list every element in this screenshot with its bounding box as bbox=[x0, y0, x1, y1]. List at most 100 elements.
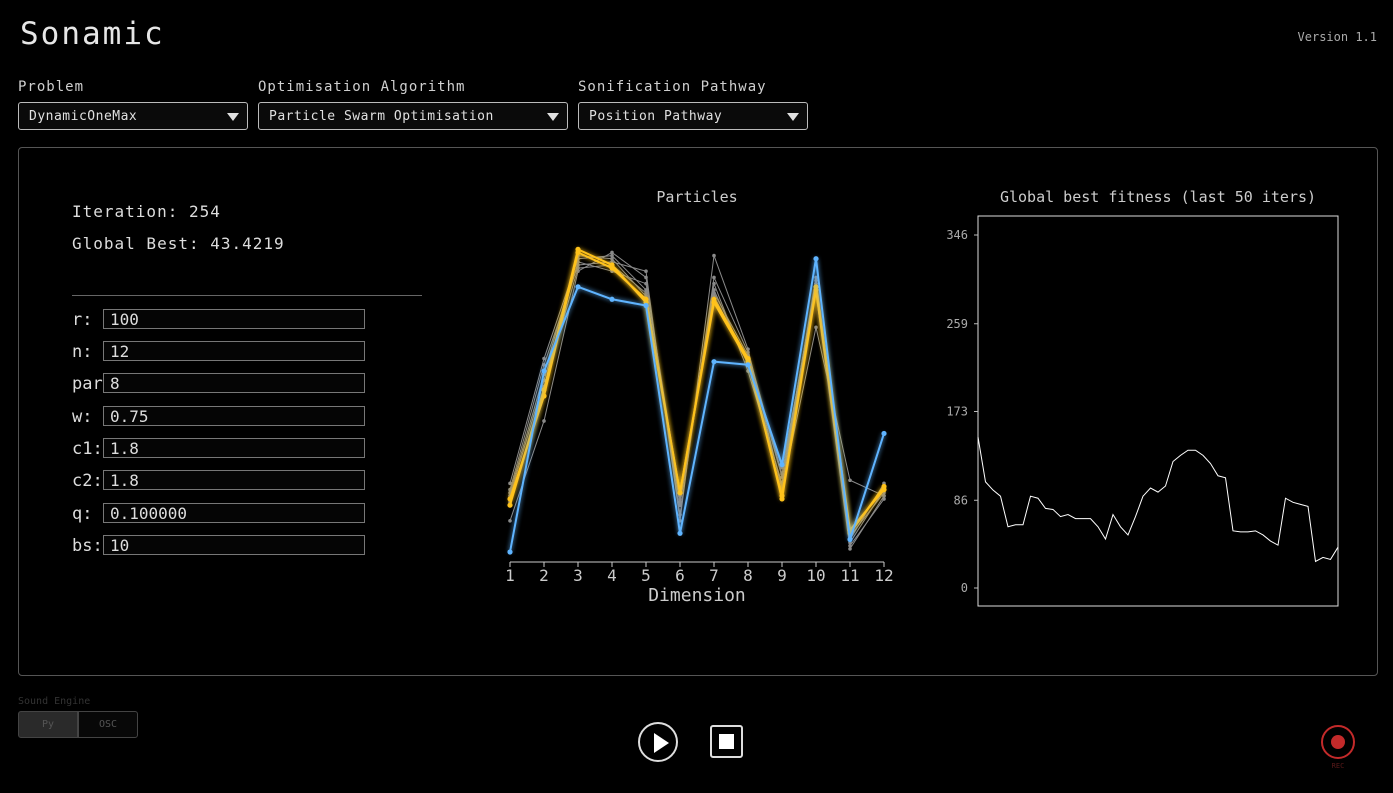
particle-point bbox=[575, 249, 581, 256]
particle-point bbox=[644, 269, 648, 273]
sound-engine-osc-toggle[interactable]: OSC bbox=[78, 711, 138, 738]
particle-point bbox=[610, 250, 614, 255]
particle-point bbox=[678, 503, 682, 508]
particle-point bbox=[643, 302, 649, 309]
app-title: Sonamic bbox=[20, 16, 165, 52]
fitness-y-tick-label: 86 bbox=[954, 493, 968, 507]
particles-x-tick-label: 6 bbox=[675, 566, 685, 585]
pathway-label: Sonification Pathway bbox=[578, 79, 767, 95]
fitness-series-line bbox=[977, 436, 1339, 563]
problem-select-value: DynamicOneMax bbox=[29, 109, 138, 124]
particle-point bbox=[712, 291, 716, 295]
particles-x-tick-label: 5 bbox=[641, 566, 651, 585]
particles-x-tick-label: 1 bbox=[505, 566, 515, 585]
fitness-y-ticks: 0 86 173 259 346 bbox=[946, 228, 978, 595]
particle-point bbox=[576, 266, 580, 270]
particles-x-tick-label: 2 bbox=[539, 566, 549, 585]
particle-point bbox=[644, 275, 648, 280]
particle-point bbox=[542, 356, 546, 361]
particle-point bbox=[507, 502, 513, 508]
particle-point bbox=[814, 278, 818, 283]
particles-x-tick-label: 9 bbox=[777, 566, 787, 585]
sound-engine-py-toggle[interactable]: Py bbox=[18, 711, 78, 738]
param-label: c2: bbox=[72, 471, 103, 491]
iteration-readout: Iteration: 254 bbox=[72, 202, 221, 221]
param-label: w: bbox=[72, 407, 93, 427]
particle-point bbox=[711, 299, 717, 305]
record-icon bbox=[1331, 735, 1345, 749]
particles-x-label: Dimension bbox=[648, 585, 746, 606]
record-button[interactable] bbox=[1321, 725, 1355, 759]
particle-point bbox=[508, 481, 512, 486]
particle-point bbox=[541, 393, 547, 399]
algorithm-select[interactable]: Particle Swarm Optimisation bbox=[258, 102, 568, 130]
particles-x-tick-label: 7 bbox=[709, 566, 719, 585]
particle-point bbox=[677, 530, 683, 536]
play-icon bbox=[654, 733, 669, 753]
stop-icon bbox=[719, 734, 734, 749]
particles-x-tick-label: 3 bbox=[573, 566, 583, 585]
particles-x-tick-label: 12 bbox=[874, 566, 893, 585]
fitness-y-tick-label: 346 bbox=[946, 228, 968, 242]
pathway-select[interactable]: Position Pathway bbox=[578, 102, 808, 130]
fitness-chart-title: Global best fitness (last 50 iters) bbox=[1000, 188, 1316, 206]
param-label: c1: bbox=[72, 439, 103, 459]
stop-button[interactable] bbox=[710, 725, 743, 758]
fitness-y-tick-label: 0 bbox=[961, 581, 968, 595]
particle-point bbox=[609, 265, 615, 271]
param-q-input[interactable] bbox=[103, 503, 365, 523]
chevron-down-icon bbox=[547, 113, 559, 121]
param-label: q: bbox=[72, 504, 93, 524]
particles-x-tick-label: 8 bbox=[743, 566, 753, 585]
param-r-input[interactable] bbox=[103, 309, 365, 329]
particle-point bbox=[813, 284, 819, 290]
fitness-y-tick-label: 259 bbox=[946, 317, 968, 331]
algorithm-select-value: Particle Swarm Optimisation bbox=[269, 109, 494, 124]
particle-point bbox=[848, 547, 852, 551]
record-label: REC bbox=[1331, 762, 1345, 770]
particle-point bbox=[779, 493, 785, 499]
sound-engine-label: Sound Engine bbox=[18, 696, 91, 707]
param-n-input[interactable] bbox=[103, 341, 365, 361]
particles-x-tick-label: 11 bbox=[840, 566, 859, 585]
particle-point bbox=[711, 359, 717, 365]
pathway-select-value: Position Pathway bbox=[589, 109, 723, 124]
chevron-down-icon bbox=[787, 113, 799, 121]
fitness-chart: Global best fitness (last 50 iters) 0 86 1… bbox=[946, 188, 1339, 607]
fitness-y-tick-label: 173 bbox=[946, 405, 968, 419]
version-label: Version 1.1 bbox=[1297, 30, 1377, 44]
particle-point bbox=[678, 512, 682, 517]
chevron-down-icon bbox=[227, 113, 239, 121]
param-label: r: bbox=[72, 310, 93, 330]
particle-point bbox=[677, 490, 683, 496]
particle-point bbox=[881, 430, 887, 437]
param-c2-input[interactable] bbox=[103, 470, 365, 490]
problem-label: Problem bbox=[18, 79, 85, 95]
particle-point bbox=[644, 291, 648, 295]
param-bs-input[interactable] bbox=[103, 535, 365, 555]
param-par-input[interactable] bbox=[103, 373, 365, 393]
particle-point bbox=[712, 288, 716, 292]
particles-chart: Particles 1 2 3 4 5 6 7 8 9 10 11 12 Dimension bbox=[505, 188, 893, 606]
particle-point bbox=[678, 500, 682, 504]
param-label: par bbox=[72, 374, 103, 394]
fitness-series-group bbox=[977, 436, 1339, 563]
particle-point bbox=[712, 275, 716, 280]
particle-point bbox=[814, 325, 818, 330]
particle-point bbox=[882, 494, 886, 498]
particle-point bbox=[508, 519, 512, 523]
param-c1-input[interactable] bbox=[103, 438, 365, 458]
algorithm-label: Optimisation Algorithm bbox=[258, 79, 466, 95]
param-label: bs: bbox=[72, 536, 103, 556]
play-button[interactable] bbox=[638, 722, 678, 762]
particle-point bbox=[745, 362, 751, 368]
particle-point bbox=[542, 419, 546, 423]
particle-series-line bbox=[509, 248, 885, 535]
particle-point bbox=[644, 281, 648, 286]
param-w-input[interactable] bbox=[103, 406, 365, 426]
global-best-readout: Global Best: 43.4219 bbox=[72, 234, 285, 253]
particle-point bbox=[541, 368, 547, 374]
particle-point bbox=[507, 496, 513, 502]
problem-select[interactable]: DynamicOneMax bbox=[18, 102, 248, 130]
param-label: n: bbox=[72, 342, 93, 362]
